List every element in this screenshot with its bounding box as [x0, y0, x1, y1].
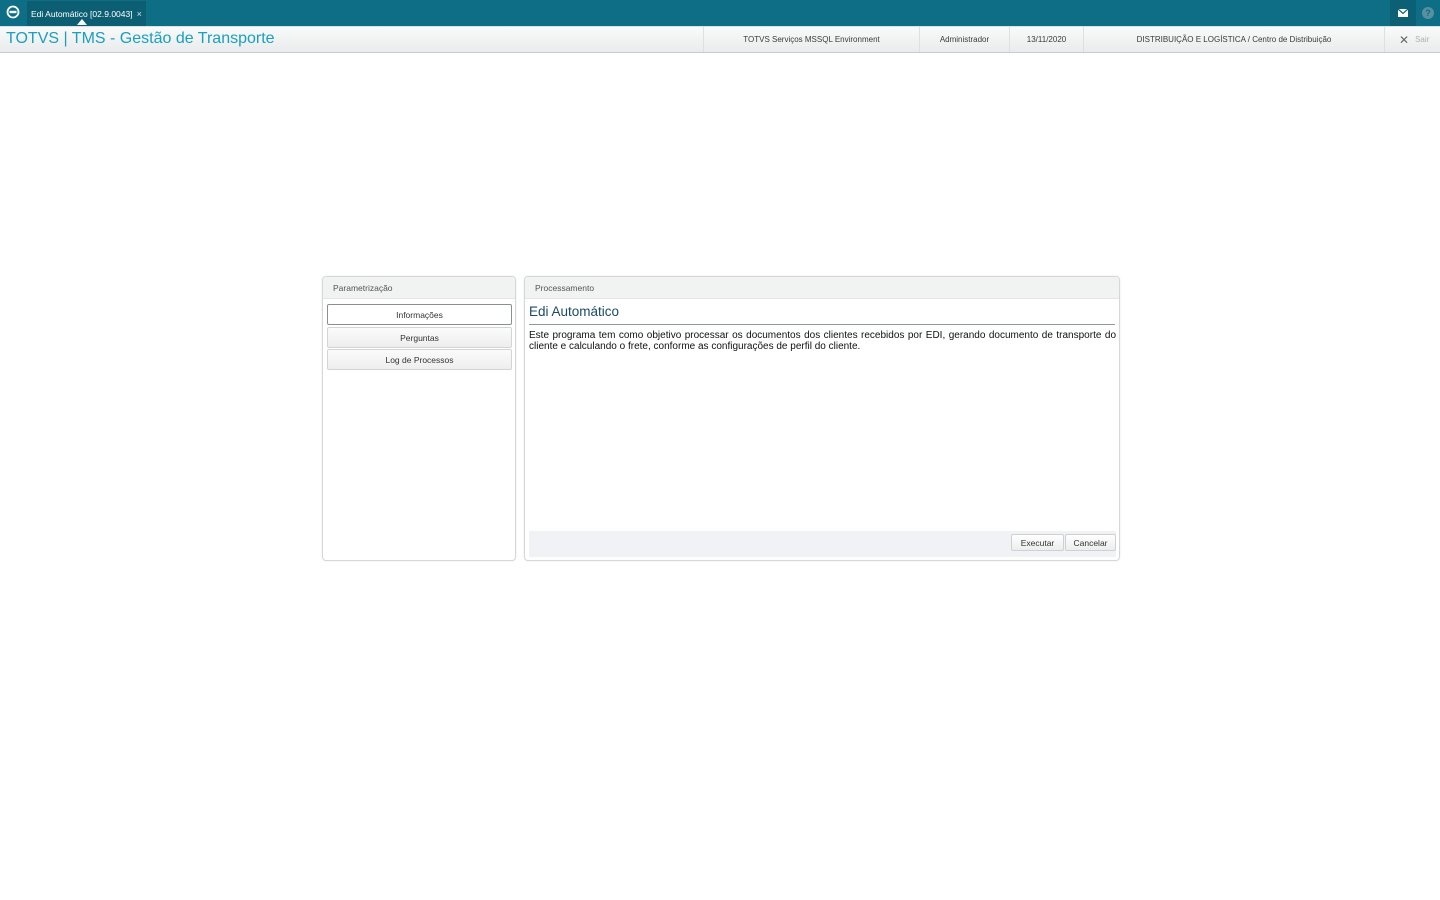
help-button[interactable]: ? — [1416, 0, 1440, 26]
exit-label: Sair — [1415, 35, 1430, 44]
tab-label: Edi Automático [02.9.0043] — [31, 8, 133, 19]
mail-icon — [1398, 9, 1408, 17]
close-icon: ✕ — [1399, 32, 1410, 47]
cancel-button[interactable]: Cancelar — [1065, 534, 1116, 551]
environment-label: TOTVS Serviços MSSQL Environment — [703, 27, 919, 52]
top-right-tools: ? — [1390, 0, 1440, 26]
help-icon: ? — [1422, 7, 1434, 19]
branch-label: DISTRIBUIÇÃO E LOGÍSTICA / Centro de Dis… — [1083, 27, 1384, 52]
active-tab-caret-icon — [77, 19, 87, 25]
tab-close-icon[interactable]: × — [137, 9, 142, 19]
execute-button[interactable]: Executar — [1011, 534, 1064, 551]
date-label: 13/11/2020 — [1009, 27, 1083, 52]
app-title: TOTVS | TMS - Gestão de Transporte — [6, 30, 275, 47]
perguntas-button[interactable]: Perguntas — [327, 327, 512, 348]
program-heading: Edi Automático — [529, 304, 1115, 325]
action-bar: Executar Cancelar — [529, 531, 1116, 557]
program-description: Este programa tem como objetivo processa… — [529, 330, 1116, 352]
log-processos-button[interactable]: Log de Processos — [327, 349, 512, 370]
parametrization-panel: Parametrização Informações Perguntas Log… — [322, 276, 516, 561]
parametrization-title: Parametrização — [323, 277, 515, 299]
app-header: TOTVS | TMS - Gestão de Transporte TOTVS… — [0, 26, 1440, 53]
processing-panel: Processamento Edi Automático Este progra… — [524, 276, 1120, 561]
informacoes-button[interactable]: Informações — [327, 304, 512, 325]
totvs-logo-icon[interactable] — [5, 4, 21, 20]
user-label: Administrador — [919, 27, 1009, 52]
processing-title: Processamento — [525, 277, 1119, 299]
top-tab-bar: Edi Automático [02.9.0043] × ? — [0, 0, 1440, 26]
exit-button[interactable]: ✕ Sair — [1384, 27, 1440, 52]
mail-button[interactable] — [1390, 0, 1416, 26]
